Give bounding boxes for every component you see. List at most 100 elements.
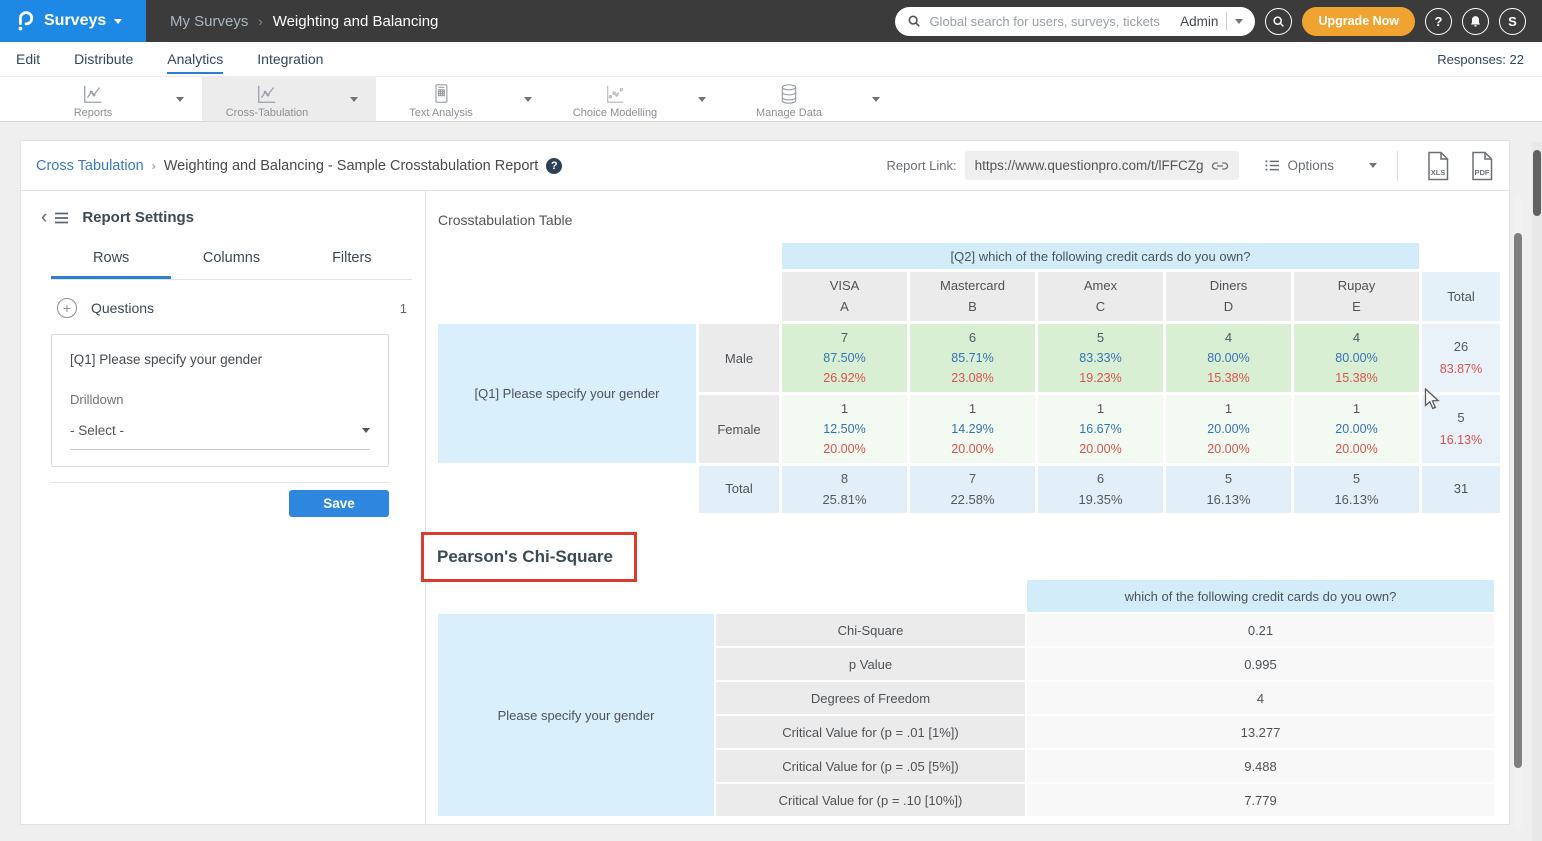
content-scrollbar-track[interactable] (1513, 196, 1523, 830)
chevron-down-icon[interactable] (524, 97, 532, 102)
column-header-amex: AmexC (1038, 272, 1163, 321)
tab-rows[interactable]: Rows (51, 242, 171, 279)
percent: 25.81% (822, 492, 866, 507)
bell-icon (1469, 15, 1482, 28)
help-icon[interactable]: ? (546, 158, 562, 174)
divider (1226, 12, 1227, 30)
help-button[interactable]: ? (1425, 8, 1452, 35)
report-url[interactable]: https://www.questionpro.com/t/lFFCZg (975, 158, 1204, 173)
total-column-header: Total (1422, 272, 1500, 321)
report-breadcrumb: Cross Tabulation › Weighting and Balanci… (36, 158, 562, 174)
column-header-mastercard: MastercardB (910, 272, 1035, 321)
column-percent: 20.00% (951, 442, 993, 456)
questions-count: 1 (400, 301, 407, 316)
column-header-rupay: RupayE (1294, 272, 1419, 321)
text-analysis-icon (431, 83, 451, 105)
chevron-down-icon[interactable] (176, 97, 184, 102)
tab-distribute[interactable]: Distribute (74, 44, 133, 74)
chevron-down-icon[interactable] (1235, 19, 1243, 24)
table-row: [Q2] which of the following credit cards… (438, 243, 1500, 269)
report-link-field[interactable]: https://www.questionpro.com/t/lFFCZg (965, 151, 1240, 180)
analytics-toolbar: Reports Cross-Tabulation Text Analysis C… (0, 76, 1542, 122)
count: 5 (1457, 410, 1464, 425)
toolbar-item-cross-tabulation[interactable]: Cross-Tabulation (202, 77, 376, 121)
export-xls-button[interactable]: XLS (1425, 151, 1451, 181)
link-icon[interactable] (1211, 159, 1229, 173)
stat-label: Critical Value for (p = .05 [5%]) (716, 750, 1025, 782)
tab-analytics[interactable]: Analytics (167, 44, 223, 74)
search-button[interactable] (1265, 8, 1292, 35)
count: 7 (969, 471, 976, 486)
tab-columns[interactable]: Columns (171, 242, 291, 279)
chevron-down-icon[interactable] (362, 428, 370, 433)
data-cell: 685.71%23.08% (910, 324, 1035, 392)
count: 5 (1225, 471, 1232, 486)
upgrade-button[interactable]: Upgrade Now (1302, 7, 1415, 36)
database-icon (779, 83, 799, 105)
report-link-label: Report Link: (887, 158, 957, 173)
data-cell: 120.00%20.00% (1294, 395, 1419, 463)
question-text[interactable]: [Q1] Please specify your gender (70, 352, 370, 367)
row-percent: 85.71% (951, 351, 993, 365)
export-pdf-button[interactable]: PDF (1469, 151, 1495, 181)
tab-filters[interactable]: Filters (292, 242, 412, 279)
save-button[interactable]: Save (289, 490, 389, 517)
question-card[interactable]: [Q1] Please specify your gender Drilldow… (51, 334, 389, 467)
options-label: Options (1287, 158, 1334, 173)
column-code: C (1096, 299, 1105, 314)
count: 1 (1225, 401, 1232, 416)
percent: 16.13% (1334, 492, 1378, 507)
add-question-button[interactable]: + (57, 298, 77, 318)
hamburger-icon[interactable] (54, 212, 69, 224)
chevron-down-icon[interactable] (1369, 163, 1377, 168)
stat-value: 9.488 (1027, 750, 1494, 782)
table-row-male: [Q1] Please specify your gender Male 787… (438, 324, 1500, 392)
report-header-bar: Cross Tabulation › Weighting and Balanci… (21, 141, 1509, 191)
toolbar-item-reports[interactable]: Reports (28, 77, 202, 121)
toolbar-item-choice-modelling[interactable]: Choice Modelling (550, 77, 724, 121)
notifications-button[interactable] (1462, 8, 1489, 35)
search-input[interactable] (929, 14, 1172, 29)
toolbar-item-text-analysis[interactable]: Text Analysis (376, 77, 550, 121)
page-scrollbar-thumb[interactable] (1533, 150, 1541, 216)
chevron-down-icon[interactable] (698, 97, 706, 102)
data-cell: 787.50%26.92% (782, 324, 907, 392)
drilldown-select[interactable]: - Select - (70, 423, 370, 450)
survey-nav-tabs: Edit Distribute Analytics Integration Re… (0, 42, 1542, 76)
count: 6 (969, 330, 976, 345)
tab-integration[interactable]: Integration (257, 44, 323, 74)
cross-tabulation-link[interactable]: Cross Tabulation (36, 158, 144, 174)
toolbar-item-manage-data[interactable]: Manage Data (724, 77, 898, 121)
search-icon (1272, 15, 1285, 28)
page-scrollbar-track[interactable] (1532, 142, 1542, 841)
breadcrumb-my-surveys[interactable]: My Surveys (170, 13, 248, 30)
chevron-down-icon[interactable] (872, 97, 880, 102)
column-percent: 15.38% (1207, 371, 1249, 385)
search-scope-selector[interactable]: Admin (1180, 14, 1218, 29)
options-button[interactable]: Options (1265, 158, 1377, 173)
toolbar-label: Manage Data (756, 107, 822, 119)
column-name: Rupay (1338, 278, 1376, 293)
count: 1 (1353, 401, 1360, 416)
column-percent: 20.00% (1335, 442, 1377, 456)
column-code: D (1224, 299, 1233, 314)
column-code: A (840, 299, 849, 314)
search-icon (907, 14, 921, 28)
account-avatar[interactable]: S (1499, 8, 1526, 35)
table-row-total: Total 825.81% 722.58% 619.35% 516.13% 51… (438, 466, 1500, 513)
global-search[interactable]: Admin (895, 7, 1255, 36)
row-percent: 80.00% (1207, 351, 1249, 365)
percent: 16.13% (1206, 492, 1250, 507)
column-percent: 15.38% (1335, 371, 1377, 385)
count: 26 (1454, 339, 1468, 354)
column-question-header: [Q2] which of the following credit cards… (782, 243, 1419, 269)
toolbar-label: Reports (74, 107, 113, 119)
collapse-panel-icon[interactable]: ‹ (41, 212, 47, 224)
chevron-down-icon[interactable] (350, 97, 358, 102)
tab-edit[interactable]: Edit (16, 44, 40, 74)
crosstab-table: [Q2] which of the following credit cards… (435, 240, 1503, 516)
product-switcher[interactable]: Surveys (0, 0, 146, 42)
breadcrumb-survey-name: Weighting and Balancing (273, 13, 439, 30)
content-scrollbar-thumb[interactable] (1514, 233, 1522, 768)
data-cell: 480.00%15.38% (1166, 324, 1291, 392)
